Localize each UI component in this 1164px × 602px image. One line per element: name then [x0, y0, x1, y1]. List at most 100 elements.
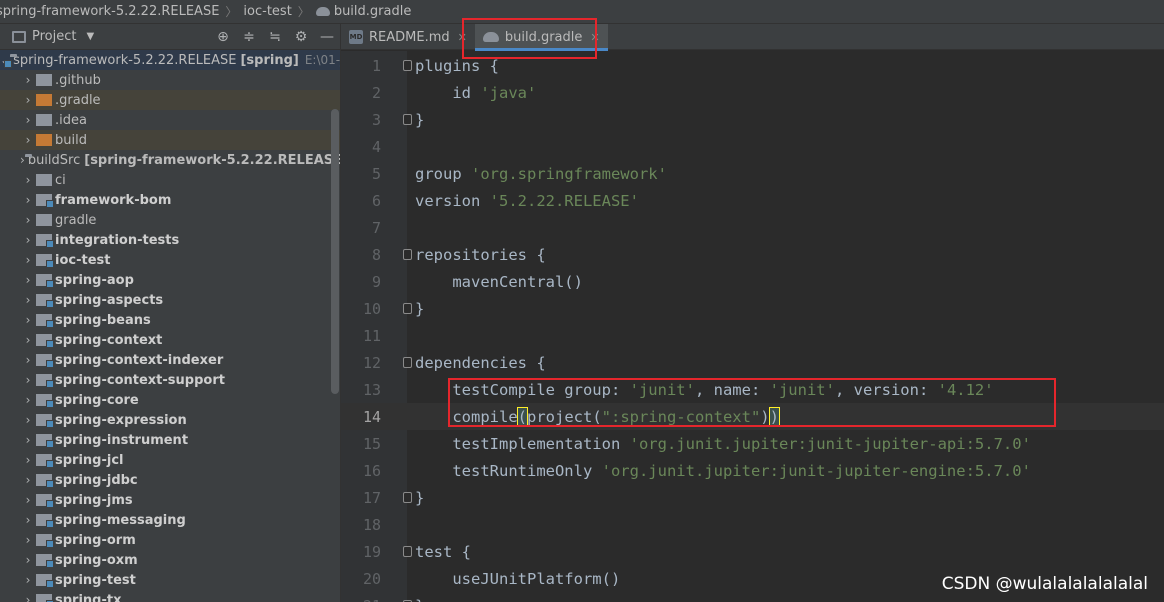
chevron-right-icon[interactable]: › [20, 493, 36, 507]
chevron-right-icon[interactable]: › [20, 253, 36, 267]
chevron-right-icon[interactable]: › [20, 313, 36, 327]
chevron-down-icon[interactable]: ▼ [86, 31, 94, 42]
chevron-right-icon[interactable]: › [20, 393, 36, 407]
chevron-right-icon[interactable]: › [20, 553, 36, 567]
fold-marker-icon[interactable] [403, 492, 412, 503]
tree-item[interactable]: › framework-bom [0, 190, 340, 210]
code-line[interactable]: 16 testRuntimeOnly 'org.junit.jupiter:ju… [341, 457, 1164, 484]
code-editor[interactable]: 1 plugins {2 id 'java' 3} 4 5 group 'org.spri… [341, 51, 1164, 602]
code-line[interactable]: 17} [341, 484, 1164, 511]
tree-item[interactable]: › spring-instrument [0, 430, 340, 450]
chevron-right-icon[interactable]: › [20, 173, 36, 187]
collapse-all-icon[interactable]: ≒ [262, 29, 288, 45]
tree-item[interactable]: › spring-tx [0, 590, 340, 602]
tree-item[interactable]: › ioc-test [0, 250, 340, 270]
chevron-right-icon[interactable]: › [20, 133, 36, 147]
fold-marker-icon[interactable] [403, 249, 412, 260]
tree-item[interactable]: › .idea [0, 110, 340, 130]
tree-item[interactable]: › ci [0, 170, 340, 190]
fold-gutter [381, 133, 415, 160]
code-text: dependencies { [415, 354, 546, 372]
chevron-right-icon[interactable]: › [20, 233, 36, 247]
code-line[interactable]: 11 [341, 322, 1164, 349]
chevron-right-icon[interactable]: › [20, 213, 36, 227]
tree-item[interactable]: › spring-expression [0, 410, 340, 430]
code-line[interactable]: 18 [341, 511, 1164, 538]
expand-all-icon[interactable]: ≑ [236, 29, 262, 45]
tree-item[interactable]: › spring-aspects [0, 290, 340, 310]
tree-item[interactable]: › spring-context [0, 330, 340, 350]
chevron-right-icon[interactable]: › [20, 273, 36, 287]
code-line[interactable]: 2 id 'java' [341, 79, 1164, 106]
module-folder-icon [36, 374, 54, 388]
tree-item[interactable]: › gradle [0, 210, 340, 230]
code-line[interactable]: 5 group 'org.springframework' [341, 160, 1164, 187]
tree-item[interactable]: › spring-jdbc [0, 470, 340, 490]
project-view-selector[interactable]: Project [32, 29, 76, 44]
code-line[interactable]: 7 [341, 214, 1164, 241]
chevron-right-icon[interactable]: › [20, 73, 36, 87]
fold-marker-icon[interactable] [403, 114, 412, 125]
fold-marker-icon[interactable] [403, 303, 412, 314]
code-line[interactable]: 9 mavenCentral() [341, 268, 1164, 295]
tree-root-item[interactable]: ⌄ spring-framework-5.2.22.RELEASE [sprin… [0, 50, 340, 70]
line-number: 13 [362, 380, 381, 399]
chevron-right-icon[interactable]: › [20, 433, 36, 447]
chevron-right-icon[interactable]: › [20, 353, 36, 367]
line-number: 20 [362, 569, 381, 588]
fold-marker-icon[interactable] [403, 60, 412, 71]
code-line[interactable]: 12 dependencies { [341, 349, 1164, 376]
chevron-right-icon[interactable]: › [20, 193, 36, 207]
breadcrumb-file[interactable]: build.gradle [312, 4, 416, 19]
code-line[interactable]: 3} [341, 106, 1164, 133]
chevron-right-icon[interactable]: › [20, 513, 36, 527]
tree-item[interactable]: › spring-oxm [0, 550, 340, 570]
code-line[interactable]: 19 test { [341, 538, 1164, 565]
breadcrumb-project[interactable]: spring-framework-5.2.22.RELEASE [0, 4, 223, 19]
minimize-icon[interactable]: — [314, 29, 340, 45]
chevron-right-icon[interactable]: › [20, 573, 36, 587]
tree-item-label: .gradle [55, 92, 101, 108]
tree-item[interactable]: › spring-context-indexer [0, 350, 340, 370]
chevron-right-icon[interactable]: › [20, 293, 36, 307]
breadcrumb-module[interactable]: ioc-test [239, 4, 295, 19]
code-line[interactable]: 6 version '5.2.22.RELEASE' [341, 187, 1164, 214]
project-scrollbar[interactable] [331, 109, 339, 394]
tree-item[interactable]: › spring-test [0, 570, 340, 590]
chevron-right-icon[interactable]: › [20, 333, 36, 347]
code-line[interactable]: 4 [341, 133, 1164, 160]
tree-item[interactable]: › spring-messaging [0, 510, 340, 530]
tree-item-label: .idea [55, 112, 87, 128]
tree-item[interactable]: › spring-jcl [0, 450, 340, 470]
fold-gutter [381, 592, 415, 602]
chevron-right-icon[interactable]: › [20, 413, 36, 427]
tree-item-label: spring-jdbc [55, 472, 138, 488]
tree-item[interactable]: › build [0, 130, 340, 150]
tab-readme[interactable]: MD README.md ✕ [341, 24, 475, 50]
tree-item[interactable]: › spring-jms [0, 490, 340, 510]
tree-item[interactable]: › .gradle [0, 90, 340, 110]
chevron-right-icon[interactable]: › [20, 373, 36, 387]
code-line[interactable]: 8 repositories { [341, 241, 1164, 268]
tree-item[interactable]: › spring-core [0, 390, 340, 410]
tree-item[interactable]: › spring-orm [0, 530, 340, 550]
tree-item[interactable]: › .github [0, 70, 340, 90]
chevron-right-icon[interactable]: › [20, 593, 36, 602]
tree-item[interactable]: › buildSrc [spring-framework-5.2.22.RELEAS… [0, 150, 340, 170]
code-line[interactable]: 10} [341, 295, 1164, 322]
chevron-right-icon[interactable]: › [20, 453, 36, 467]
fold-gutter [381, 52, 415, 79]
chevron-right-icon[interactable]: › [20, 473, 36, 487]
chevron-right-icon[interactable]: › [20, 113, 36, 127]
gear-icon[interactable]: ⚙ [288, 29, 314, 45]
code-line[interactable]: 15 testImplementation 'org.junit.jupiter… [341, 430, 1164, 457]
chevron-right-icon[interactable]: › [20, 533, 36, 547]
tree-item[interactable]: › spring-context-support [0, 370, 340, 390]
tree-item[interactable]: › spring-beans [0, 310, 340, 330]
fold-marker-icon[interactable] [403, 357, 412, 368]
locate-icon[interactable]: ⊕ [210, 29, 236, 45]
tree-item[interactable]: › spring-aop [0, 270, 340, 290]
tree-item[interactable]: › integration-tests [0, 230, 340, 250]
fold-marker-icon[interactable] [403, 546, 412, 557]
chevron-right-icon[interactable]: › [20, 93, 36, 107]
